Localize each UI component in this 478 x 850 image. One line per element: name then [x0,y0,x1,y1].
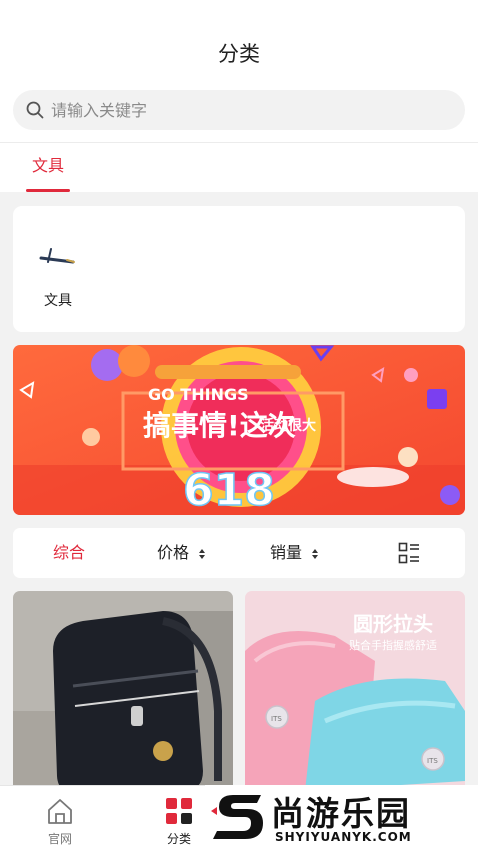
banner-line1: GO THINGS [148,385,249,404]
site-watermark: 尚游乐园 SHYIYUANYK.COM [205,785,478,850]
banner-number: 618 [183,465,275,515]
sort-sales[interactable]: 销量 [270,528,319,578]
sort-arrows-icon [312,548,319,559]
sort-price[interactable]: 价格 [157,528,206,578]
sort-comprehensive[interactable]: 综合 [53,528,85,578]
product-tag: ITS [271,715,282,723]
sort-label: 销量 [270,543,303,562]
product-card-pencil-case[interactable]: ITS ITS 圆形拉头 贴合手指握感舒适 [245,591,465,801]
search-section [0,80,478,142]
product-tag: ITS [427,757,438,765]
product-image: ITS ITS 圆形拉头 贴合手指握感舒适 [245,591,465,801]
category-grid-icon [166,798,192,824]
list-layout-icon[interactable] [398,542,420,564]
search-icon [26,101,44,119]
category-tabs: 文具 [0,142,478,192]
tab-stationery[interactable]: 文具 [26,143,70,192]
tab-bar-label: 官网 [47,832,72,846]
banner-line3: 活动很大 [260,417,316,434]
product-image [13,591,233,801]
search-input[interactable] [51,90,451,130]
promo-banner[interactable]: GO THINGS 搞事情!这次 活动很大 618 [13,345,465,515]
watermark-title: 尚游乐园 [271,794,411,833]
sort-bar: 综合 价格 销量 [13,528,465,578]
home-icon [48,799,72,824]
watermark-subtitle: SHYIYUANYK.COM [275,830,412,844]
search-bar[interactable] [13,90,465,130]
subcategory-label: 文具 [44,293,72,309]
product-card-backpack[interactable] [13,591,233,801]
page-title: 分类 [218,42,260,66]
sort-label: 综合 [53,543,86,562]
product-caption-sub: 贴合手指握感舒适 [349,638,437,652]
fountain-pen-icon [39,248,75,264]
tab-label: 文具 [31,156,64,175]
watermark-logo-icon [211,795,263,839]
banner-artwork: GO THINGS 搞事情!这次 活动很大 618 [13,345,465,515]
sort-arrows-icon [199,548,206,559]
tab-bar-category[interactable]: 分类 [149,792,209,846]
sort-label: 价格 [157,543,190,562]
tab-active-indicator [26,189,70,192]
product-caption-title: 圆形拉头 [353,612,433,636]
subcategory-card: 文具 [13,206,465,332]
app-header: 分类 [0,0,478,80]
tab-bar-home[interactable]: 官网 [30,792,90,846]
tab-bar-label: 分类 [166,832,191,846]
subcategory-item-stationery[interactable]: 文具 [33,228,83,318]
